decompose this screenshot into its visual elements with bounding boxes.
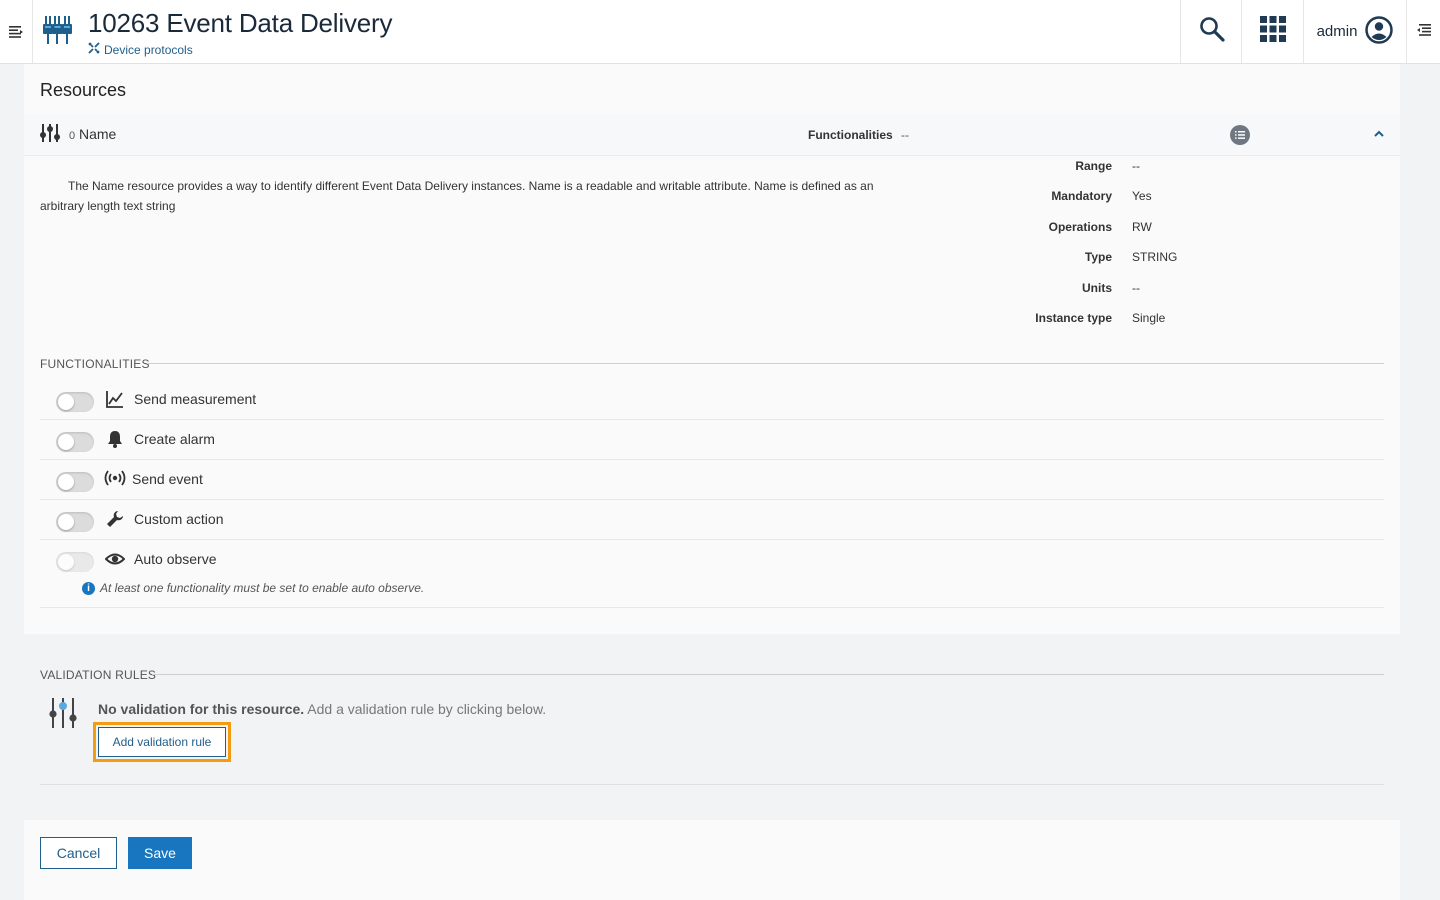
top-header: 10263 Event Data Delivery Device protoco… bbox=[0, 0, 1440, 64]
property-value: Yes bbox=[1132, 189, 1152, 203]
property-instance-type: Instance type Single bbox=[1024, 311, 1324, 327]
line-chart-icon bbox=[106, 390, 124, 408]
form-footer: Cancel Save bbox=[24, 820, 1400, 900]
property-value: STRING bbox=[1132, 250, 1178, 264]
auto-observe-note: i At least one functionality must be set… bbox=[82, 581, 424, 595]
property-value: -- bbox=[1132, 281, 1140, 295]
validation-empty-message: No validation for this resource. Add a v… bbox=[98, 701, 546, 717]
auto-observe-note-text: At least one functionality must be set t… bbox=[100, 581, 425, 595]
info-icon: i bbox=[82, 581, 95, 595]
sliders-icon bbox=[48, 698, 78, 733]
user-name: admin bbox=[1316, 23, 1358, 40]
property-key: Units bbox=[1082, 281, 1112, 295]
functionalities-label: Functionalities bbox=[808, 128, 893, 142]
functionality-label: Send measurement bbox=[134, 391, 257, 407]
app-grid-icon bbox=[1259, 16, 1286, 47]
section-divider bbox=[147, 363, 1384, 364]
functionality-label: Auto observe bbox=[134, 551, 217, 567]
sliders-icon bbox=[40, 124, 60, 147]
breadcrumb-label[interactable]: Device protocols bbox=[104, 43, 193, 57]
broadcast-icon bbox=[104, 470, 126, 488]
resource-description: The Name resource provides a way to iden… bbox=[40, 179, 874, 213]
property-type: Type STRING bbox=[1024, 250, 1324, 266]
validation-rules-section: VALIDATION RULES No validation for this … bbox=[24, 634, 1400, 820]
property-value: -- bbox=[1132, 159, 1140, 173]
send-measurement-toggle[interactable] bbox=[56, 392, 94, 412]
property-key: Mandatory bbox=[1051, 189, 1112, 203]
functionality-send-measurement: Send measurement bbox=[40, 380, 1384, 420]
list-icon[interactable] bbox=[1230, 125, 1250, 145]
property-units: Units -- bbox=[1024, 281, 1324, 297]
create-alarm-toggle[interactable] bbox=[56, 432, 94, 452]
add-validation-rule-button[interactable]: Add validation rule bbox=[93, 722, 231, 762]
chevron-up-icon[interactable] bbox=[1373, 126, 1385, 144]
save-button[interactable]: Save bbox=[128, 837, 192, 869]
functionality-label: Send event bbox=[132, 471, 203, 487]
user-circle-icon bbox=[1365, 15, 1394, 48]
section-divider bbox=[40, 784, 1384, 785]
resource-id: 0 bbox=[69, 130, 76, 142]
property-value: RW bbox=[1132, 220, 1152, 234]
resource-name: Name bbox=[79, 126, 117, 142]
functionality-label: Create alarm bbox=[134, 431, 215, 447]
app-switcher-button[interactable] bbox=[1241, 0, 1303, 63]
search-icon bbox=[1199, 16, 1225, 47]
wrench-icon bbox=[106, 510, 124, 528]
functionality-custom-action: Custom action bbox=[40, 500, 1384, 540]
property-key: Operations bbox=[1048, 220, 1112, 234]
device-protocols-icon bbox=[42, 14, 76, 48]
send-event-toggle[interactable] bbox=[56, 472, 94, 492]
validation-empty-text: Add a validation rule by clicking below. bbox=[304, 701, 547, 717]
property-key: Range bbox=[1075, 159, 1112, 173]
right-drawer-icon bbox=[1416, 23, 1431, 41]
property-key: Instance type bbox=[1035, 311, 1112, 325]
menu-icon[interactable] bbox=[0, 0, 33, 63]
custom-action-toggle[interactable] bbox=[56, 512, 94, 532]
property-operations: Operations RW bbox=[1024, 220, 1324, 236]
eye-icon bbox=[104, 550, 126, 568]
breadcrumb[interactable]: Device protocols bbox=[88, 42, 193, 57]
user-menu-button[interactable]: admin bbox=[1303, 0, 1406, 63]
property-key: Type bbox=[1084, 250, 1112, 264]
auto-observe-toggle[interactable] bbox=[56, 552, 94, 572]
right-drawer-button[interactable] bbox=[1406, 0, 1440, 63]
cancel-button[interactable]: Cancel bbox=[40, 837, 117, 869]
functionality-create-alarm: Create alarm bbox=[40, 420, 1384, 460]
property-mandatory: Mandatory Yes bbox=[1024, 189, 1324, 205]
bell-icon bbox=[106, 430, 124, 448]
resources-heading: Resources bbox=[40, 80, 127, 100]
functionalities-section-label: FUNCTIONALITIES bbox=[40, 357, 150, 371]
search-button[interactable] bbox=[1180, 0, 1242, 63]
validation-section-label: VALIDATION RULES bbox=[40, 668, 157, 682]
resource-row[interactable]: 0 Name Functionalities -- bbox=[24, 114, 1400, 156]
protocols-icon bbox=[88, 42, 100, 57]
property-value: Single bbox=[1132, 311, 1166, 325]
validation-empty-bold: No validation for this resource. bbox=[98, 701, 305, 717]
section-divider bbox=[152, 674, 1384, 675]
page-title: 10263 Event Data Delivery bbox=[88, 8, 393, 38]
property-range: Range -- bbox=[1024, 159, 1324, 175]
functionality-auto-observe: Auto observe bbox=[40, 540, 1384, 608]
resource-card: Resources 0 Name Functionalities -- The … bbox=[24, 64, 1400, 900]
functionality-label: Custom action bbox=[134, 511, 224, 527]
functionalities-value: -- bbox=[901, 128, 909, 142]
functionality-send-event: Send event bbox=[40, 460, 1384, 500]
